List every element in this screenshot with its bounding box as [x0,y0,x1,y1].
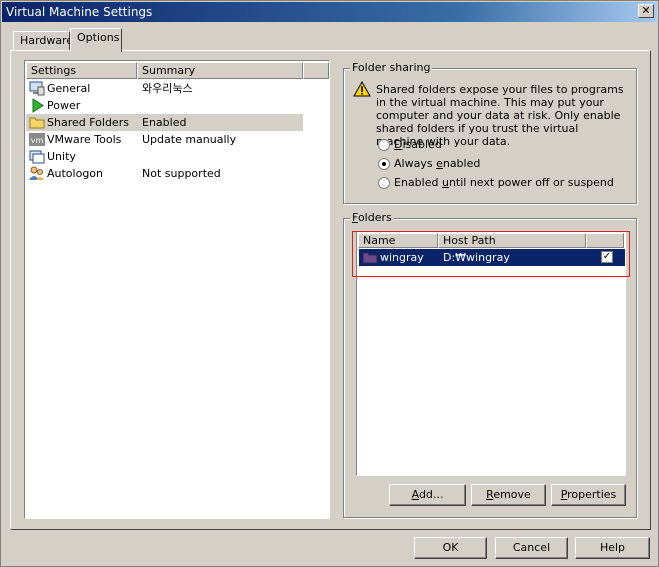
vm-icon: vm [29,133,45,146]
folder-sharing-group: Folder sharing Shared folders expose you… [343,61,637,204]
settings-row-label: General [47,82,91,95]
settings-row-summary: Not supported [142,167,221,180]
close-icon[interactable]: ✕ [638,4,654,18]
ok-button[interactable]: OK [414,537,487,559]
settings-row-general[interactable]: General 와우리눅스 [26,80,303,97]
settings-row-label: VMware Tools [47,133,122,146]
folder-icon [29,117,45,129]
settings-row-label: Autologon [47,167,104,180]
column-settings[interactable]: Settings [26,62,137,79]
properties-button[interactable]: Properties [551,484,626,506]
annotation-highlight-box [352,231,630,277]
cancel-button[interactable]: Cancel [495,537,568,559]
settings-row-summary: Update manually [142,133,237,146]
settings-row-shared-folders[interactable]: Shared Folders Enabled [26,114,303,131]
help-button[interactable]: Help [575,537,650,559]
tab-hardware[interactable]: Hardware [13,31,73,51]
column-summary[interactable]: Summary [137,62,303,79]
users-icon [29,166,44,180]
settings-row-unity[interactable]: Unity [26,148,303,165]
window-title: Virtual Machine Settings [6,5,153,19]
settings-row-power[interactable]: Power [26,97,303,114]
settings-row-autologon[interactable]: Autologon Not supported [26,165,303,182]
computer-icon [29,81,45,96]
tab-options[interactable]: Options [70,28,122,52]
title-bar: Virtual Machine Settings ✕ [2,2,657,22]
radio-label: Disabled [394,138,442,151]
settings-row-summary: 와우리눅스 [142,82,193,95]
svg-text:vm: vm [31,136,44,145]
play-icon [32,98,44,113]
add-button[interactable]: Add... [389,484,466,506]
unity-icon [29,150,45,164]
folder-sharing-title: Folder sharing [350,61,433,74]
warning-icon [353,81,371,97]
radio-label: Always enabled [394,157,481,170]
settings-list: Settings Summary General 와우리눅스 Power Sha… [24,60,330,519]
radio-circle[interactable] [378,158,390,170]
radio-circle[interactable] [378,177,390,189]
settings-row-label: Unity [47,150,76,163]
settings-window: Virtual Machine Settings ✕ Hardware Opti… [0,0,659,567]
folders-title: Folders [350,211,394,224]
radio-circle[interactable] [378,139,390,151]
remove-button[interactable]: Remove [471,484,546,506]
settings-row-summary: Enabled [142,116,187,129]
settings-row-label: Shared Folders [47,116,129,129]
column-spacer [303,62,329,79]
radio-label: Enabled until next power off or suspend [394,176,614,189]
settings-row-label: Power [47,99,81,112]
settings-row-vmware-tools[interactable]: vm VMware Tools Update manually [26,131,303,148]
settings-list-header: Settings Summary [26,62,329,79]
